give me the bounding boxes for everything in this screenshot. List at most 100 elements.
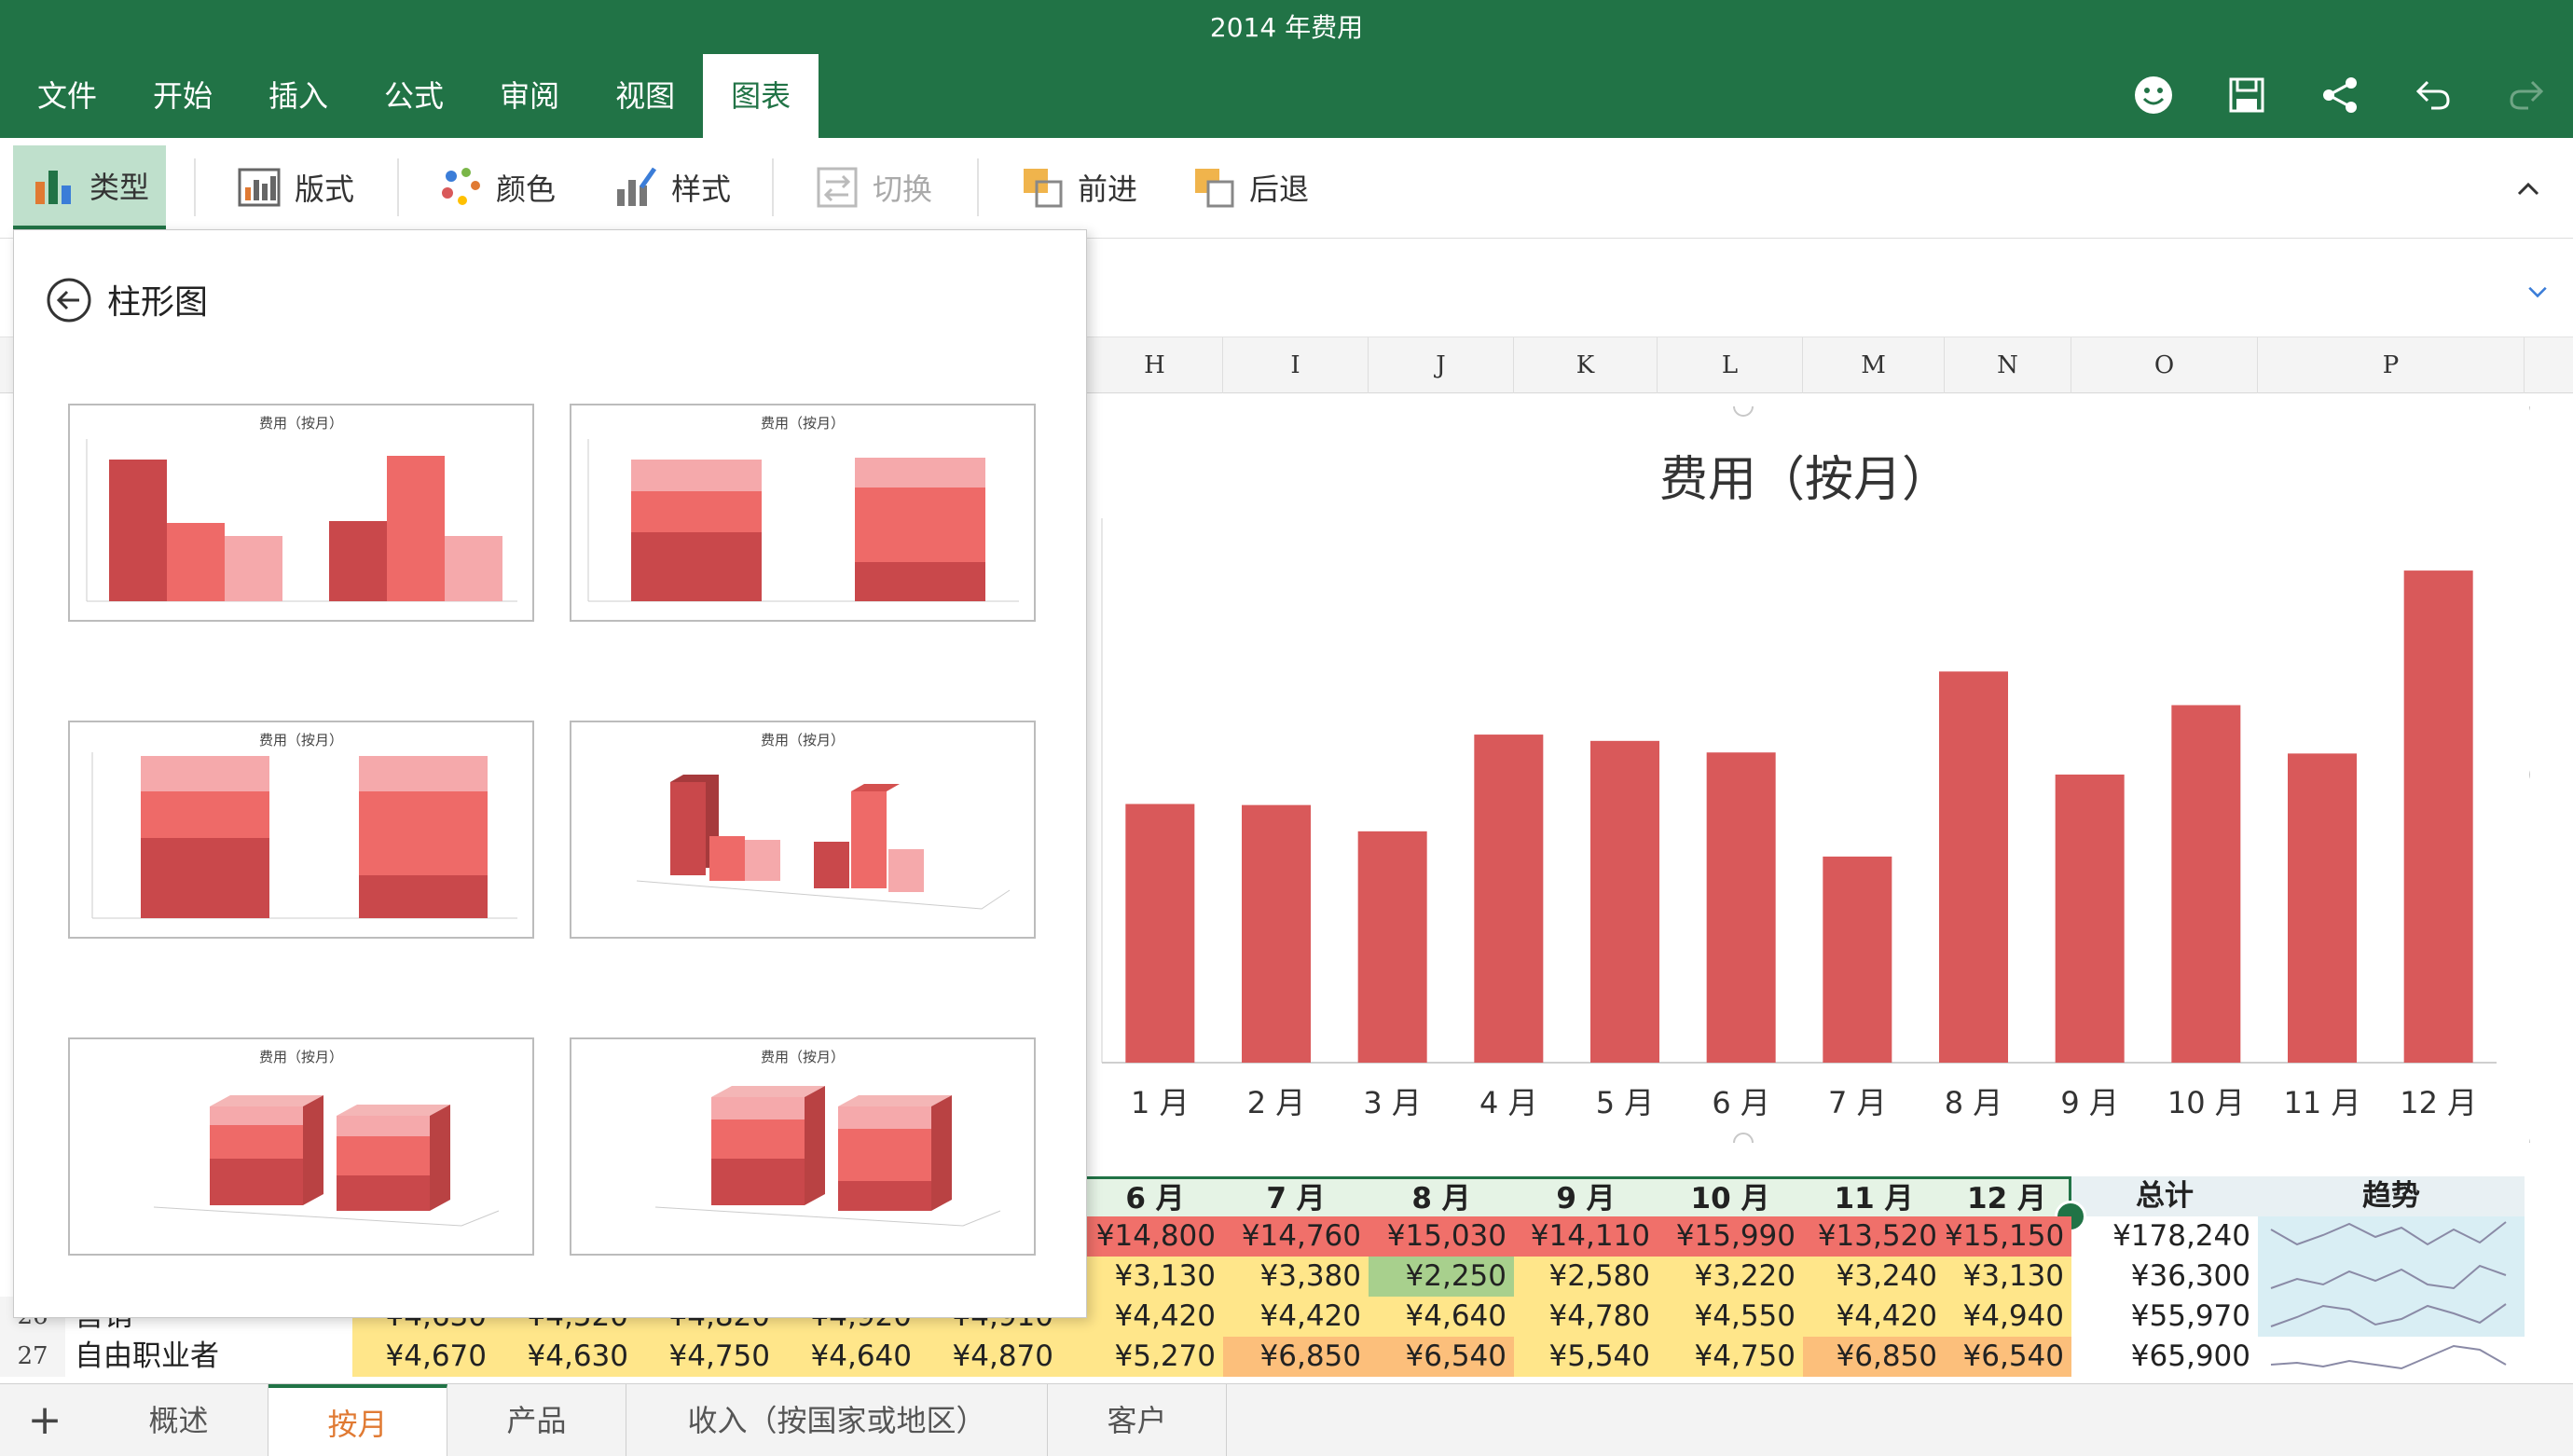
tab-customers[interactable]: 客户 bbox=[1048, 1384, 1227, 1456]
share-icon[interactable] bbox=[2293, 65, 2387, 125]
tab-by-month[interactable]: 按月 bbox=[268, 1384, 447, 1456]
table-cell[interactable]: ¥3,130 bbox=[1945, 1257, 2071, 1297]
table-cell[interactable]: ¥15,990 bbox=[1658, 1216, 1803, 1257]
table-cell[interactable]: ¥14,110 bbox=[1514, 1216, 1658, 1257]
chart-bar[interactable] bbox=[1125, 804, 1195, 1063]
collapse-ribbon-icon[interactable] bbox=[2513, 173, 2551, 211]
table-cell[interactable]: ¥3,130 bbox=[1087, 1257, 1223, 1297]
row-label[interactable]: 自由职业者 bbox=[75, 1337, 219, 1377]
table-cell[interactable]: ¥6,540 bbox=[1369, 1337, 1514, 1377]
trend-header[interactable]: 趋势 bbox=[2258, 1176, 2525, 1216]
resize-handle[interactable] bbox=[1733, 1133, 1754, 1143]
sparkline[interactable] bbox=[2258, 1337, 2525, 1377]
table-cell[interactable]: ¥6,850 bbox=[1803, 1337, 1945, 1377]
table-cell[interactable]: ¥13,520 bbox=[1803, 1216, 1945, 1257]
total-cell[interactable]: ¥178,240 bbox=[2071, 1216, 2258, 1257]
table-cell[interactable]: ¥4,780 bbox=[1514, 1297, 1658, 1337]
switch-row-column-button[interactable]: 切换 bbox=[815, 145, 932, 229]
column-header[interactable]: M bbox=[1803, 337, 1945, 393]
chart-bar[interactable] bbox=[1590, 740, 1659, 1063]
total-cell[interactable]: ¥36,300 bbox=[2071, 1257, 2258, 1297]
table-cell[interactable]: ¥4,420 bbox=[1223, 1297, 1369, 1337]
chart-bar[interactable] bbox=[2171, 705, 2241, 1063]
color-button[interactable]: 颜色 bbox=[438, 145, 556, 229]
table-cell[interactable]: ¥3,380 bbox=[1223, 1257, 1369, 1297]
sparkline[interactable] bbox=[2258, 1257, 2525, 1297]
table-cell[interactable]: ¥4,640 bbox=[1369, 1297, 1514, 1337]
bring-forward-button[interactable]: 前进 bbox=[1020, 145, 1137, 229]
menu-home[interactable]: 开始 bbox=[125, 54, 241, 138]
table-cell[interactable]: ¥3,220 bbox=[1658, 1257, 1803, 1297]
table-cell[interactable]: ¥6,850 bbox=[1223, 1337, 1369, 1377]
table-cell[interactable]: ¥4,630 bbox=[494, 1337, 636, 1377]
save-icon[interactable] bbox=[2200, 65, 2293, 125]
month-header[interactable]: 11 月 bbox=[1803, 1176, 1945, 1216]
menu-file[interactable]: 文件 bbox=[0, 54, 125, 138]
smiley-icon[interactable] bbox=[2107, 65, 2200, 125]
month-header[interactable]: 7 月 bbox=[1223, 1176, 1369, 1216]
expand-formula-icon[interactable] bbox=[2525, 280, 2551, 309]
month-header[interactable]: 10 月 bbox=[1658, 1176, 1803, 1216]
menu-insert[interactable]: 插入 bbox=[241, 54, 356, 138]
table-cell[interactable]: ¥5,270 bbox=[1087, 1337, 1223, 1377]
column-header[interactable]: N bbox=[1945, 337, 2071, 393]
column-header[interactable]: P bbox=[2258, 337, 2525, 393]
send-backward-button[interactable]: 后退 bbox=[1191, 145, 1309, 229]
undo-icon[interactable] bbox=[2387, 65, 2480, 125]
column-header[interactable]: L bbox=[1658, 337, 1803, 393]
month-header[interactable]: 12 月 bbox=[1945, 1176, 2071, 1216]
table-cell[interactable]: ¥3,240 bbox=[1803, 1257, 1945, 1297]
chart-bar[interactable] bbox=[1939, 671, 2008, 1063]
chart-bar[interactable] bbox=[1823, 856, 1892, 1063]
table-cell[interactable]: ¥15,030 bbox=[1369, 1216, 1514, 1257]
table-cell[interactable]: ¥15,150 bbox=[1945, 1216, 2071, 1257]
tab-products[interactable]: 产品 bbox=[447, 1384, 626, 1456]
total-cell[interactable]: ¥65,900 bbox=[2071, 1337, 2258, 1377]
table-cell[interactable]: ¥4,420 bbox=[1087, 1297, 1223, 1337]
table-cell[interactable]: ¥5,540 bbox=[1514, 1337, 1658, 1377]
layout-button[interactable]: 版式 bbox=[237, 145, 354, 229]
3d-percent-stacked-column-thumbnail[interactable]: 费用（按月） bbox=[570, 1037, 1036, 1256]
column-header[interactable]: I bbox=[1223, 337, 1369, 393]
table-cell[interactable]: ¥4,640 bbox=[777, 1337, 919, 1377]
sparkline[interactable] bbox=[2258, 1216, 2525, 1257]
resize-handle[interactable] bbox=[1733, 406, 1754, 417]
chart-bar[interactable] bbox=[1706, 752, 1776, 1063]
style-button[interactable]: 样式 bbox=[613, 145, 731, 229]
table-cell[interactable]: ¥14,800 bbox=[1087, 1216, 1223, 1257]
month-header[interactable]: 9 月 bbox=[1514, 1176, 1658, 1216]
tab-overview[interactable]: 概述 bbox=[89, 1384, 268, 1456]
chart-bar[interactable] bbox=[1242, 804, 1311, 1063]
menu-view[interactable]: 视图 bbox=[587, 54, 703, 138]
column-header[interactable]: J bbox=[1369, 337, 1514, 393]
menu-review[interactable]: 审阅 bbox=[472, 54, 587, 138]
table-cell[interactable]: ¥4,550 bbox=[1658, 1297, 1803, 1337]
3d-clustered-column-thumbnail[interactable]: 费用（按月） bbox=[570, 721, 1036, 939]
table-cell[interactable]: ¥4,670 bbox=[352, 1337, 494, 1377]
add-sheet-button[interactable]: + bbox=[0, 1384, 89, 1456]
tab-revenue-by-country[interactable]: 收入（按国家或地区） bbox=[626, 1384, 1048, 1456]
chart-bar[interactable] bbox=[1357, 831, 1427, 1063]
month-header[interactable]: 6 月 bbox=[1087, 1176, 1223, 1216]
row-number[interactable]: 27 bbox=[0, 1337, 65, 1377]
sparkline[interactable] bbox=[2258, 1297, 2525, 1337]
column-header[interactable]: H bbox=[1087, 337, 1223, 393]
clustered-column-thumbnail[interactable]: 费用（按月） bbox=[68, 404, 534, 622]
table-cell[interactable]: ¥14,760 bbox=[1223, 1216, 1369, 1257]
percent-stacked-column-thumbnail[interactable]: 费用（按月） bbox=[68, 721, 534, 939]
table-cell[interactable]: ¥4,870 bbox=[919, 1337, 1061, 1377]
menu-chart[interactable]: 图表 bbox=[703, 54, 819, 138]
table-cell[interactable]: ¥4,940 bbox=[1945, 1297, 2071, 1337]
chart-bar[interactable] bbox=[2055, 774, 2125, 1063]
total-header[interactable]: 总计 bbox=[2071, 1176, 2258, 1216]
chart-bar[interactable] bbox=[1474, 735, 1544, 1063]
total-cell[interactable]: ¥55,970 bbox=[2071, 1297, 2258, 1337]
month-header[interactable]: 8 月 bbox=[1369, 1176, 1514, 1216]
table-cell[interactable]: ¥2,580 bbox=[1514, 1257, 1658, 1297]
chart-bar[interactable] bbox=[2288, 753, 2357, 1063]
column-header[interactable]: K bbox=[1514, 337, 1658, 393]
chart-bar[interactable] bbox=[2403, 570, 2473, 1063]
table-cell[interactable]: ¥4,420 bbox=[1803, 1297, 1945, 1337]
menu-formulas[interactable]: 公式 bbox=[356, 54, 472, 138]
table-cell[interactable]: ¥2,250 bbox=[1369, 1257, 1514, 1297]
